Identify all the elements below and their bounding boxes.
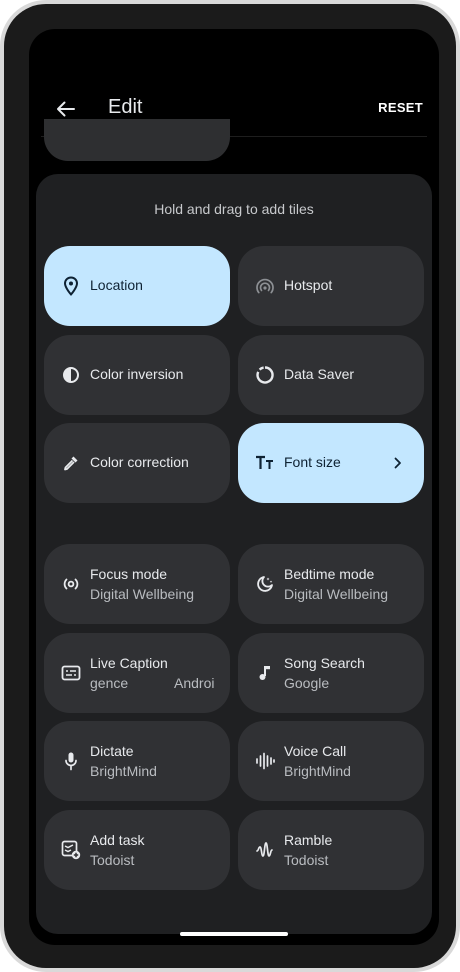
color-inversion-icon	[60, 363, 82, 387]
tile-live-caption[interactable]: Live Caption gence Androi	[44, 633, 230, 713]
tile-sublabel-marquee: gence Androi	[90, 675, 216, 695]
bedtime-icon	[254, 572, 276, 596]
tile-label: Dictate	[90, 743, 134, 759]
tile-hotspot[interactable]: Hotspot	[238, 246, 424, 326]
tile-label: Focus mode	[90, 566, 168, 582]
add-task-icon	[60, 838, 82, 862]
tile-sublabel: Digital Wellbeing	[90, 586, 195, 602]
eyedropper-icon	[60, 451, 82, 475]
device-frame: Edit RESET Hold and drag to add tiles Lo…	[0, 0, 460, 972]
focus-mode-icon	[60, 572, 82, 596]
tile-sublabel: Digital Wellbeing	[284, 586, 389, 602]
tile-dictate[interactable]: Dictate BrightMind	[44, 721, 230, 801]
live-caption-icon	[60, 661, 82, 685]
ramble-icon	[254, 838, 276, 862]
tile-sublabel-part1: gence	[90, 675, 129, 691]
tile-sublabel: Todoist	[284, 852, 329, 868]
tile-label: Bedtime mode	[284, 566, 375, 582]
tile-label: Color inversion	[90, 366, 184, 382]
arrow-back-icon	[57, 101, 75, 117]
tile-focus-mode[interactable]: Focus mode Digital Wellbeing	[44, 544, 230, 624]
tile-song-search[interactable]: Song Search Google	[238, 633, 424, 713]
font-size-icon	[254, 451, 276, 475]
tile-data-saver[interactable]: Data Saver	[238, 335, 424, 415]
reset-button[interactable]: RESET	[378, 100, 423, 115]
tile-label: Ramble	[284, 832, 333, 848]
tile-sublabel: BrightMind	[284, 763, 351, 779]
waveform-icon	[254, 749, 276, 773]
tile-ramble[interactable]: Ramble Todoist	[238, 810, 424, 890]
tile-sublabel: Google	[284, 675, 330, 691]
tile-label: Voice Call	[284, 743, 347, 759]
tile-label: Add task	[90, 832, 145, 848]
home-indicator[interactable]	[180, 932, 288, 936]
device-bezel: Edit RESET Hold and drag to add tiles Lo…	[4, 4, 456, 968]
available-tiles-panel: Hold and drag to add tiles Location Hots…	[36, 174, 432, 934]
tile-color-correction[interactable]: Color correction	[44, 423, 230, 503]
tile-color-inversion[interactable]: Color inversion	[44, 335, 230, 415]
tile-sublabel-part2: Androi	[174, 675, 215, 691]
tile-add-task[interactable]: Add task Todoist	[44, 810, 230, 890]
tile-label: Data Saver	[284, 366, 355, 382]
page-title: Edit	[108, 96, 143, 118]
data-saver-icon	[254, 363, 276, 387]
tile-label: Location	[90, 277, 143, 293]
tile-location[interactable]: Location	[44, 246, 230, 326]
tile-label: Color correction	[90, 454, 189, 470]
tile-label: Font size	[284, 454, 341, 470]
hotspot-icon	[254, 274, 276, 298]
tile-font-size[interactable]: Font size	[238, 423, 424, 503]
tile-sublabel: BrightMind	[90, 763, 157, 779]
screen: Edit RESET Hold and drag to add tiles Lo…	[29, 29, 439, 945]
tile-label: Song Search	[284, 655, 365, 671]
tile-voice-call[interactable]: Voice Call BrightMind	[238, 721, 424, 801]
tile-sublabel: Todoist	[90, 852, 135, 868]
microphone-icon	[60, 749, 82, 773]
location-pin-icon	[60, 274, 82, 298]
tile-bedtime-mode[interactable]: Bedtime mode Digital Wellbeing	[238, 544, 424, 624]
tile-label: Hotspot	[284, 277, 333, 293]
tile-label: Live Caption	[90, 655, 168, 671]
drag-hint: Hold and drag to add tiles	[154, 201, 314, 217]
scrolled-tile[interactable]	[44, 119, 230, 161]
music-note-icon	[254, 661, 276, 685]
chevron-right-icon	[394, 451, 408, 475]
